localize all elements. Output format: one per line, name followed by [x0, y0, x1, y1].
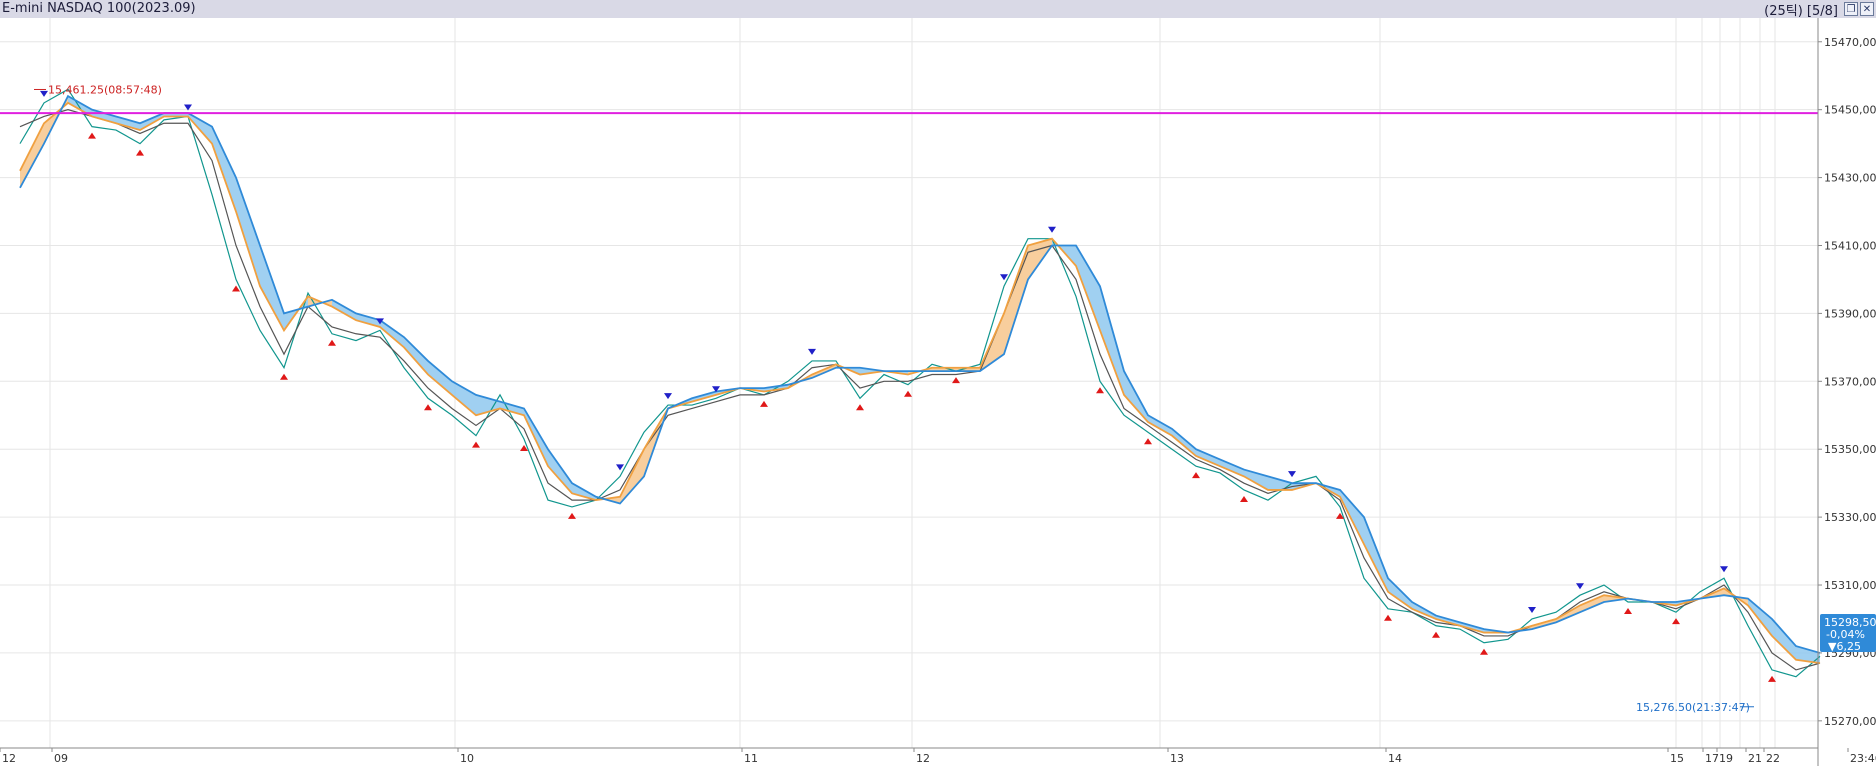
restore-icon[interactable]: ❐ — [1844, 2, 1858, 16]
y-tick-label: 15330,00 — [1824, 511, 1876, 524]
y-tick-label: 15350,00 — [1824, 443, 1876, 456]
range-info: (25틱) [5/8] — [1764, 3, 1838, 19]
x-tick-label: 10 — [460, 752, 474, 765]
y-tick-label: 15410,00 — [1824, 239, 1876, 252]
window-title: E-mini NASDAQ 100(2023.09) — [2, 1, 196, 16]
y-tick-label: 15270,00 — [1824, 715, 1876, 728]
close-icon[interactable]: ✕ — [1860, 2, 1874, 16]
current-price-badge: 15298,50-0,04%▼6,25 — [1820, 614, 1876, 653]
current-price-change: ▼6,25 — [1828, 640, 1861, 653]
y-tick-label: 15390,00 — [1824, 307, 1876, 320]
x-tick-label: 14 — [1388, 752, 1402, 765]
y-tick-label: 15450,00 — [1824, 104, 1876, 117]
x-tick-label: 09 — [54, 752, 68, 765]
x-tick-label: 12 — [916, 752, 930, 765]
x-tick-label: 11 — [744, 752, 758, 765]
x-tick-label: 17 — [1705, 752, 1719, 765]
y-tick-label: 15370,00 — [1824, 375, 1876, 388]
x-tick-label: 13 — [1170, 752, 1184, 765]
titlebar-controls: (25틱) [5/8] ❐ ✕ — [1764, 0, 1876, 19]
y-tick-label: 15470,00 — [1824, 36, 1876, 49]
y-tick-label: 15430,00 — [1824, 172, 1876, 185]
x-tick-label: 21 — [1748, 752, 1762, 765]
x-tick-label: 23:46 — [1850, 752, 1876, 765]
x-tick-label: 19 — [1719, 752, 1733, 765]
low-marker-label: 15,276.50(21:37:47) — [1636, 701, 1750, 714]
chart-background — [0, 18, 1876, 766]
price-chart[interactable]: 15,461.25(08:57:48) 15,276.50(21:37:47) 1… — [0, 18, 1876, 766]
x-tick-label: 12 — [2, 752, 16, 765]
y-tick-label: 15310,00 — [1824, 579, 1876, 592]
high-marker-label: 15,461.25(08:57:48) — [48, 83, 162, 96]
x-tick-label: 22 — [1766, 752, 1780, 765]
x-tick-label: 15 — [1670, 752, 1684, 765]
